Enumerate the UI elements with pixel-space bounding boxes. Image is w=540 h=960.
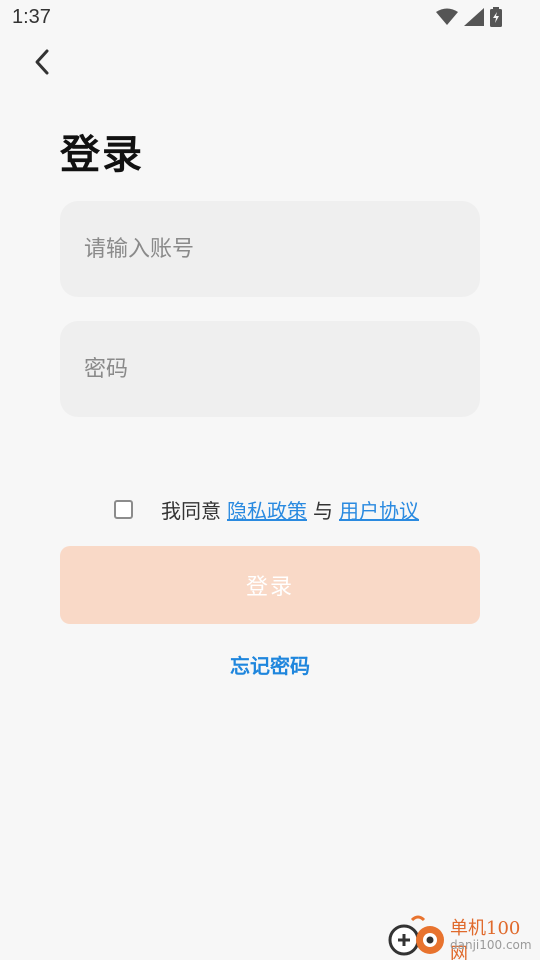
login-screen: 1:37 登录 我同意 隐私政策 与 用户协议 [0, 0, 540, 960]
watermark-domain: danji100.com [450, 938, 532, 952]
page-title: 登录 [60, 132, 144, 178]
account-field[interactable] [60, 201, 480, 297]
agreement-row: 我同意 隐私政策 与 用户协议 [114, 492, 419, 526]
agreement-checkbox[interactable] [114, 499, 133, 519]
login-button[interactable]: 登录 [60, 546, 480, 624]
status-bar: 1:37 [0, 0, 540, 36]
status-time: 1:37 [12, 6, 51, 28]
password-field[interactable] [60, 321, 480, 417]
password-input[interactable] [84, 356, 456, 382]
cell-signal-icon [464, 8, 484, 26]
agreement-prefix: 我同意 [161, 498, 221, 523]
privacy-policy-link[interactable]: 隐私政策 [227, 495, 307, 524]
agreement-connector: 与 [313, 498, 333, 523]
wifi-icon [436, 8, 458, 25]
account-input[interactable] [84, 236, 456, 262]
status-icons [436, 7, 502, 27]
user-agreement-link[interactable]: 用户协议 [339, 495, 419, 524]
battery-icon [490, 7, 502, 27]
watermark-brand: 单机100网 [450, 918, 521, 960]
watermark-logo-icon [388, 915, 444, 956]
forgot-password-link[interactable]: 忘记密码 [0, 650, 540, 679]
back-button[interactable] [22, 42, 62, 82]
back-arrow-icon [35, 49, 49, 75]
watermark: 单机100网 danji100.com [388, 912, 538, 960]
